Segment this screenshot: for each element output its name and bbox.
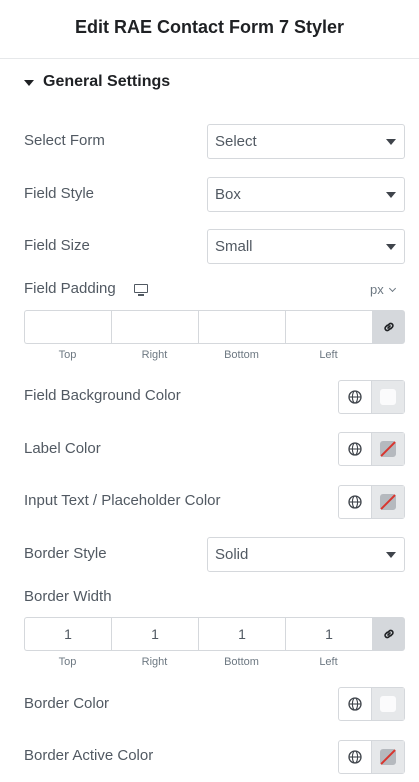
chevron-down-icon bbox=[388, 284, 396, 292]
padding-unit-selector[interactable]: px bbox=[370, 282, 396, 297]
dropdown-arrow-icon bbox=[386, 192, 396, 198]
color-picker-button[interactable] bbox=[372, 381, 404, 413]
global-colors-button[interactable] bbox=[339, 381, 372, 413]
input-text-color-label: Input Text / Placeholder Color bbox=[24, 492, 221, 509]
side-label: Bottom bbox=[224, 656, 259, 668]
border-width-inputs: 1 1 1 1 bbox=[24, 617, 405, 651]
global-colors-button[interactable] bbox=[339, 433, 372, 465]
select-form-label: Select Form bbox=[24, 132, 105, 149]
border-side-labels: Top Right Bottom Left bbox=[24, 656, 372, 668]
field-bg-color-control bbox=[338, 380, 405, 414]
no-color-swatch bbox=[380, 494, 396, 510]
dropdown-arrow-icon bbox=[386, 139, 396, 145]
field-size-dropdown[interactable]: Small bbox=[207, 229, 405, 264]
globe-icon bbox=[348, 390, 362, 404]
padding-side-labels: Top Right Bottom Left bbox=[24, 349, 372, 361]
no-color-swatch bbox=[380, 441, 396, 457]
border-style-label: Border Style bbox=[24, 545, 107, 562]
label-color-control bbox=[338, 432, 405, 466]
side-label: Left bbox=[319, 656, 338, 668]
select-form-value: Select bbox=[215, 133, 257, 150]
border-bottom-input[interactable]: 1 bbox=[198, 617, 285, 651]
side-label: Right bbox=[141, 349, 168, 361]
panel-header: Edit RAE Contact Form 7 Styler bbox=[0, 0, 419, 59]
dropdown-arrow-icon bbox=[386, 552, 396, 558]
color-picker-button[interactable] bbox=[372, 688, 404, 720]
input-text-color-control bbox=[338, 485, 405, 519]
padding-right-input[interactable] bbox=[111, 310, 198, 344]
link-values-button[interactable] bbox=[372, 310, 405, 344]
side-label: Left bbox=[319, 349, 338, 361]
side-label: Bottom bbox=[224, 349, 259, 361]
color-swatch bbox=[380, 696, 396, 712]
section-title: General Settings bbox=[43, 73, 171, 90]
no-color-swatch bbox=[380, 749, 396, 765]
globe-icon bbox=[348, 495, 362, 509]
globe-icon bbox=[348, 442, 362, 456]
field-bg-color-label: Field Background Color bbox=[24, 387, 181, 404]
field-style-value: Box bbox=[215, 186, 241, 203]
border-style-dropdown[interactable]: Solid bbox=[207, 537, 405, 572]
border-active-color-label: Border Active Color bbox=[24, 747, 154, 764]
border-right-input[interactable]: 1 bbox=[111, 617, 198, 651]
border-width-label: Border Width bbox=[24, 588, 112, 605]
border-top-input[interactable]: 1 bbox=[24, 617, 111, 651]
padding-left-input[interactable] bbox=[285, 310, 372, 344]
color-picker-button[interactable] bbox=[372, 433, 404, 465]
padding-bottom-input[interactable] bbox=[198, 310, 285, 344]
padding-unit-value: px bbox=[370, 282, 384, 297]
desktop-icon[interactable] bbox=[134, 284, 148, 296]
dropdown-arrow-icon bbox=[386, 244, 396, 250]
side-label: Top bbox=[58, 349, 77, 361]
panel-title: Edit RAE Contact Form 7 Styler bbox=[74, 17, 345, 37]
global-colors-button[interactable] bbox=[339, 741, 372, 773]
select-form-dropdown[interactable]: Select bbox=[207, 124, 405, 159]
section-toggle-general-settings[interactable]: General Settings bbox=[24, 71, 170, 93]
field-style-label: Field Style bbox=[24, 185, 95, 202]
border-color-control bbox=[338, 687, 405, 721]
color-picker-button[interactable] bbox=[372, 741, 404, 773]
caret-down-icon bbox=[24, 79, 34, 86]
border-active-color-control bbox=[338, 740, 405, 774]
field-style-dropdown[interactable]: Box bbox=[207, 177, 405, 212]
field-size-label: Field Size bbox=[24, 237, 90, 254]
border-left-input[interactable]: 1 bbox=[285, 617, 372, 651]
global-colors-button[interactable] bbox=[339, 688, 372, 720]
field-padding-label: Field Padding bbox=[24, 280, 116, 297]
field-padding-inputs bbox=[24, 310, 405, 344]
label-color-label: Label Color bbox=[24, 440, 101, 457]
side-label: Top bbox=[58, 656, 77, 668]
link-icon bbox=[383, 322, 394, 332]
link-values-button[interactable] bbox=[372, 617, 405, 651]
padding-top-input[interactable] bbox=[24, 310, 111, 344]
link-icon bbox=[383, 629, 394, 639]
border-color-label: Border Color bbox=[24, 695, 110, 712]
color-picker-button[interactable] bbox=[372, 486, 404, 518]
field-size-value: Small bbox=[215, 238, 253, 255]
side-label: Right bbox=[141, 656, 168, 668]
globe-icon bbox=[348, 750, 362, 764]
globe-icon bbox=[348, 697, 362, 711]
border-style-value: Solid bbox=[215, 546, 249, 563]
global-colors-button[interactable] bbox=[339, 486, 372, 518]
color-swatch bbox=[380, 389, 396, 405]
